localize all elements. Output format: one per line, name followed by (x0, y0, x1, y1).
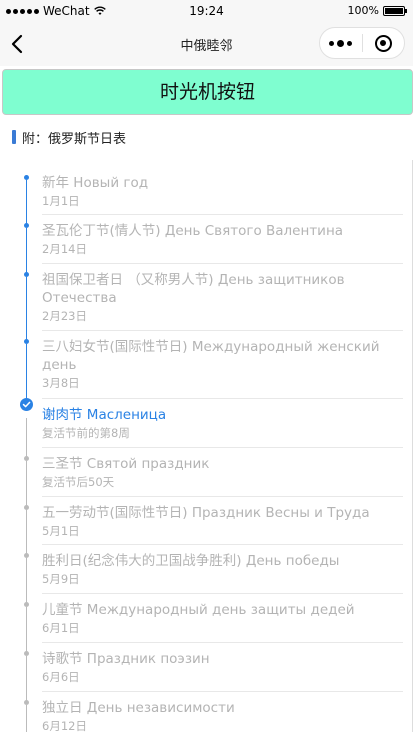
holiday-timeline: 新年 Новый год 1月1日圣瓦伦丁节(情人节) День Святого … (0, 160, 413, 732)
battery-level: 100% (347, 4, 379, 17)
timeline-connector (26, 510, 27, 554)
holiday-name: 胜利日(纪念伟大的卫国战争胜利) День победы (42, 553, 340, 569)
timeline-dot (24, 602, 29, 607)
timeline-dot (24, 223, 29, 228)
holiday-content: 胜利日(纪念伟大的卫国战争胜利) День победы 5月9日 (42, 552, 403, 587)
timeline-connector (26, 461, 27, 506)
holiday-name: 三八妇女节(国际性节日) Международный женский день (42, 339, 380, 373)
timeline-item[interactable]: 圣瓦伦丁节(情人节) День Святого Валентина 2月14日 (0, 220, 413, 273)
timeline-item[interactable]: 独立日 День независимости 6月12日 (0, 697, 413, 732)
row-divider (42, 544, 403, 545)
timeline-item[interactable]: 诗歌节 Праздник поэзин 6月6日 (0, 648, 413, 701)
holiday-name: 新年 Новый год (42, 175, 149, 191)
row-divider (42, 398, 403, 399)
timeline-item[interactable]: 新年 Новый год 1月1日 (0, 172, 413, 224)
timeline-dot (24, 339, 29, 344)
holiday-date: 复活节前的第8周 (42, 426, 130, 440)
holiday-date: 6月6日 (42, 670, 80, 684)
timeline-dot (24, 700, 29, 705)
holiday-content: 儿童节 Международный день защиты дедей 6月1日 (42, 601, 403, 636)
row-divider (42, 214, 403, 215)
holiday-name: 三圣节 Святой праздник (42, 456, 210, 472)
timeline-dot (24, 175, 29, 180)
holiday-name: 诗歌节 Праздник поэзин (42, 651, 210, 667)
timeline-connector (26, 705, 27, 732)
holiday-content: 新年 Новый год 1月1日 (42, 174, 403, 209)
row-divider (42, 447, 403, 448)
holiday-content: 谢肉节 Масленица 复活节前的第8周 (42, 406, 403, 441)
status-bar: WeChat 19:24 100% (0, 0, 413, 22)
section-title: 附：俄罗斯节日表 (22, 131, 127, 147)
timeline-dot (24, 505, 29, 510)
timeline-connector (26, 277, 27, 340)
battery-status: 100% (347, 4, 407, 17)
holiday-name: 谢肉节 Масленица (42, 407, 167, 423)
holiday-date: 5月9日 (42, 572, 80, 586)
timeline-connector (26, 558, 27, 603)
holiday-content: 三八妇女节(国际性节日) Международный женский день 3… (42, 338, 403, 391)
holiday-date: 复活节后50天 (42, 475, 115, 489)
battery-icon (383, 5, 407, 16)
timeline-connector (26, 418, 27, 457)
timeline-connector (26, 180, 27, 224)
holiday-date: 1月1日 (42, 194, 80, 208)
holiday-name: 独立日 День независимости (42, 700, 235, 716)
holiday-name: 五一劳动节(国际性节日) Праздник Весны и Труда (42, 505, 370, 521)
target-icon (374, 34, 392, 52)
more-icon[interactable] (320, 39, 362, 47)
timeline-dot (24, 456, 29, 461)
row-divider (42, 330, 403, 331)
row-divider (42, 263, 403, 264)
holiday-content: 诗歌节 Праздник поэзин 6月6日 (42, 650, 403, 685)
holiday-date: 2月14日 (42, 242, 87, 256)
close-miniprogram-button[interactable] (363, 34, 405, 52)
timeline-item[interactable]: 祖国保卫者日 （又称男人节) День защитников Отечества… (0, 269, 413, 340)
row-divider (42, 496, 403, 497)
timeline-connector (26, 228, 27, 273)
holiday-date: 6月12日 (42, 719, 87, 732)
timeline-item[interactable]: 三圣节 Святой праздник 复活节后50天 (0, 453, 413, 506)
timeline-item[interactable]: 谢肉节 Масленица 复活节前的第8周 (0, 398, 413, 457)
nav-bar: 中俄睦邻 (0, 22, 413, 66)
holiday-date: 5月1日 (42, 524, 80, 538)
row-divider (42, 691, 403, 692)
holiday-content: 五一劳动节(国际性节日) Праздник Весны и Труда 5月1日 (42, 504, 403, 539)
holiday-date: 3月8日 (42, 376, 80, 390)
holiday-content: 祖国保卫者日 （又称男人节) День защитников Отечества… (42, 271, 403, 324)
timeline-item[interactable]: 五一劳动节(国际性节日) Праздник Весны и Труда 5月1日 (0, 502, 413, 554)
holiday-name: 圣瓦伦丁节(情人节) День Святого Валентина (42, 223, 344, 239)
holiday-content: 圣瓦伦丁节(情人节) День Святого Валентина 2月14日 (42, 222, 403, 257)
row-divider (42, 642, 403, 643)
holiday-date: 6月1日 (42, 621, 80, 635)
holiday-content: 独立日 День независимости 6月12日 (42, 699, 403, 732)
timeline-dot (24, 553, 29, 558)
timeline-dot (24, 651, 29, 656)
holiday-date: 2月23日 (42, 309, 87, 323)
row-divider (42, 593, 403, 594)
section-marker (12, 130, 16, 144)
timeline-item[interactable]: 儿童节 Международный день защиты дедей 6月1日 (0, 599, 413, 652)
holiday-name: 儿童节 Международный день защиты дедей (42, 602, 355, 618)
timeline-dot (24, 272, 29, 277)
checkmark-icon (20, 398, 33, 411)
capsule-menu (319, 27, 405, 59)
timeline-connector (26, 607, 27, 652)
section-header: 附：俄罗斯节日表 (12, 128, 127, 147)
holiday-name: 祖国保卫者日 （又称男人节) День защитников Отечества (42, 272, 345, 306)
timeline-item[interactable]: 胜利日(纪念伟大的卫国战争胜利) День победы 5月9日 (0, 550, 413, 603)
timeline-item[interactable]: 三八妇女节(国际性节日) Международный женский день 3… (0, 336, 413, 408)
time-machine-button[interactable]: 时光机按钮 (2, 69, 413, 115)
timeline-connector (26, 656, 27, 701)
holiday-content: 三圣节 Святой праздник 复活节后50天 (42, 455, 403, 490)
